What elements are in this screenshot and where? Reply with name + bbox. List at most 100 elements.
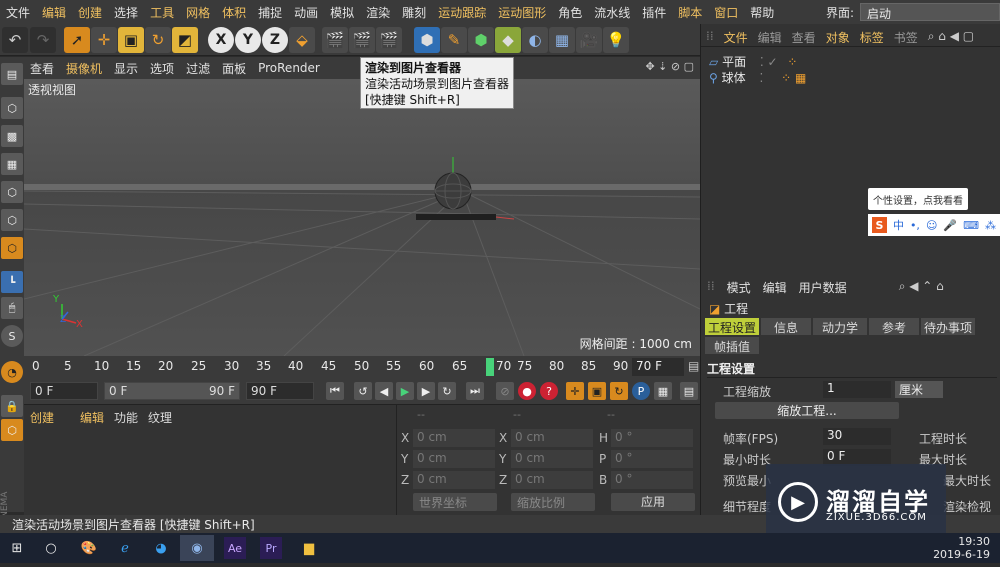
y-axis-icon[interactable]: Y [235,27,261,53]
snap-icon[interactable]: S [1,325,23,347]
timeline-options-icon[interactable]: ▤ [680,382,698,400]
object-search-icon[interactable]: ⌕ ⌂ ◀ ▢ [923,29,979,46]
ime-toolbar[interactable]: S 中 •, ☺ 🎤 ⌨ ⁂ [868,214,1000,236]
menu-help[interactable]: 帮助 [744,4,780,21]
ime-skin-icon[interactable]: ⁂ [985,219,996,232]
z-axis-icon[interactable]: Z [262,27,288,53]
goto-start-icon[interactable]: ⏮ [326,382,344,400]
goto-end-icon[interactable]: ⏭ [466,382,484,400]
axis-mode-icon[interactable]: ┗ [1,271,23,293]
object-menu-file[interactable]: 文件 [719,29,753,46]
viewport-menu-panel[interactable]: 面板 [216,60,252,77]
key-position-icon[interactable]: ✛ [566,382,584,400]
lock-workplane-icon[interactable]: 🔒 [1,395,23,417]
menu-animate[interactable]: 动画 [288,4,324,21]
key-rotation-icon[interactable]: ↻ [610,382,628,400]
search-icon[interactable]: ○ [34,535,68,561]
material-menu-edit[interactable]: 编辑 [80,409,104,426]
array-icon[interactable]: ◆ [495,27,521,53]
model-mode-icon[interactable]: ⬡ [1,97,23,119]
make-editable-icon[interactable]: ▤ [1,63,23,85]
visibility-dots-icon[interactable]: ⁚ ✓ [760,55,778,69]
material-menu-function[interactable]: 功能 [114,409,138,426]
viewport-nav-icon[interactable]: ✥ ⇣ ⊘ ▢ [645,60,694,73]
file-explorer-icon[interactable]: ▆ [292,535,326,561]
menu-file[interactable]: 文件 [0,4,36,21]
visibility-dots-icon[interactable]: ⁚ [759,71,763,85]
soft-selection-icon[interactable]: ◔ [1,361,23,383]
autokey-icon[interactable]: ● [518,382,536,400]
tab-info[interactable]: 信息 [761,318,811,335]
camera-icon[interactable]: 🎥 [576,27,602,53]
viewport-menu-prorender[interactable]: ProRender [252,61,326,75]
object-menu-view[interactable]: 查看 [787,29,821,46]
tab-dynamics[interactable]: 动力学 [813,318,867,335]
viewport-menu-options[interactable]: 选项 [144,60,180,77]
next-frame-icon[interactable]: ▶ [417,382,435,400]
scale-icon[interactable]: ▣ [118,27,144,53]
end-frame-field[interactable]: 90 F [246,382,314,400]
ie-icon[interactable]: ℯ [108,535,142,561]
select-arrow-icon[interactable]: ➚ [64,27,90,53]
fps-field[interactable]: 30 [823,428,891,445]
tweak-icon[interactable]: 🖱 [1,297,23,319]
next-key-icon[interactable]: ↻ [438,382,456,400]
render-picture-viewer-icon[interactable]: 🎬 [349,27,375,53]
apply-button[interactable]: 应用 [611,493,695,511]
ime-keyboard-icon[interactable]: ⌨ [963,219,979,232]
tab-reference[interactable]: 参考 [869,318,919,335]
record-keys-icon[interactable]: ⊘ [496,382,514,400]
rot-h-field[interactable]: 0 ° [611,429,693,447]
move-icon[interactable]: ✛ [91,27,117,53]
cinema4d-icon[interactable]: ◉ [180,535,214,561]
menu-pipeline[interactable]: 流水线 [588,4,636,21]
menu-create[interactable]: 创建 [72,4,108,21]
object-menu-edit[interactable]: 编辑 [753,29,787,46]
project-scale-unit-dropdown[interactable]: 厘米 [895,381,943,398]
redo-icon[interactable]: ↷ [30,27,56,53]
menu-simulate[interactable]: 模拟 [324,4,360,21]
menu-edit[interactable]: 编辑 [36,4,72,21]
world-coord-dropdown[interactable]: 世界坐标 [413,493,497,511]
pos-y-field[interactable]: 0 cm [413,450,495,468]
object-panel-grip-icon[interactable]: ⁞⁞ [701,29,719,46]
subdivision-icon[interactable]: ⬢ [468,27,494,53]
key-pla-icon[interactable]: ▦ [654,382,672,400]
menu-window[interactable]: 窗口 [708,4,744,21]
menu-mograph[interactable]: 运动图形 [492,4,552,21]
browser-icon[interactable]: ◕ [144,535,178,561]
coord-system-icon[interactable]: ⬙ [289,27,315,53]
tab-todo[interactable]: 待办事项 [921,318,975,335]
attr-menu-userdata[interactable]: 用户数据 [793,279,853,296]
recent-tool-icon[interactable]: ◩ [172,27,198,53]
menu-script[interactable]: 脚本 [672,4,708,21]
viewport-menu-display[interactable]: 显示 [108,60,144,77]
project-scale-field[interactable]: 1 [823,381,891,398]
key-scale-icon[interactable]: ▣ [588,382,606,400]
pos-z-field[interactable]: 0 cm [413,471,495,489]
pen-icon[interactable]: ✎ [441,27,467,53]
system-tray[interactable]: 19:30 2019-6-19 [933,535,990,561]
tab-project-settings[interactable]: 工程设置 [705,318,759,335]
rot-b-field[interactable]: 0 ° [611,471,693,489]
keyframe-selection-icon[interactable]: ? [540,382,558,400]
object-menu-tags[interactable]: 标签 [855,29,889,46]
viewport-menu-filter[interactable]: 过滤 [180,60,216,77]
render-view-icon[interactable]: 🎬 [322,27,348,53]
solo-icon[interactable]: ⬡ [1,419,23,441]
material-tag-icon[interactable]: ⁘ [787,55,797,69]
timeline-menu-icon[interactable]: ▤ [688,359,699,373]
object-menu-objects[interactable]: 对象 [821,29,855,46]
ime-punct-icon[interactable]: •, [910,219,920,232]
edges-mode-icon[interactable]: ⬡ [1,209,23,231]
rot-p-field[interactable]: 0 ° [611,450,693,468]
menu-plugins[interactable]: 插件 [636,4,672,21]
ime-tip[interactable]: 个性设置，点我看看 [868,188,968,210]
range-slider[interactable]: 0 F 90 F [104,382,240,400]
texture-tag-icon[interactable]: ⁘ ▦ [781,71,806,85]
menu-mesh[interactable]: 网格 [180,4,216,21]
menu-character[interactable]: 角色 [552,4,588,21]
cube-icon[interactable]: ⬢ [414,27,440,53]
ime-language[interactable]: 中 [893,217,904,233]
app-icon[interactable]: 🎨 [72,535,106,561]
